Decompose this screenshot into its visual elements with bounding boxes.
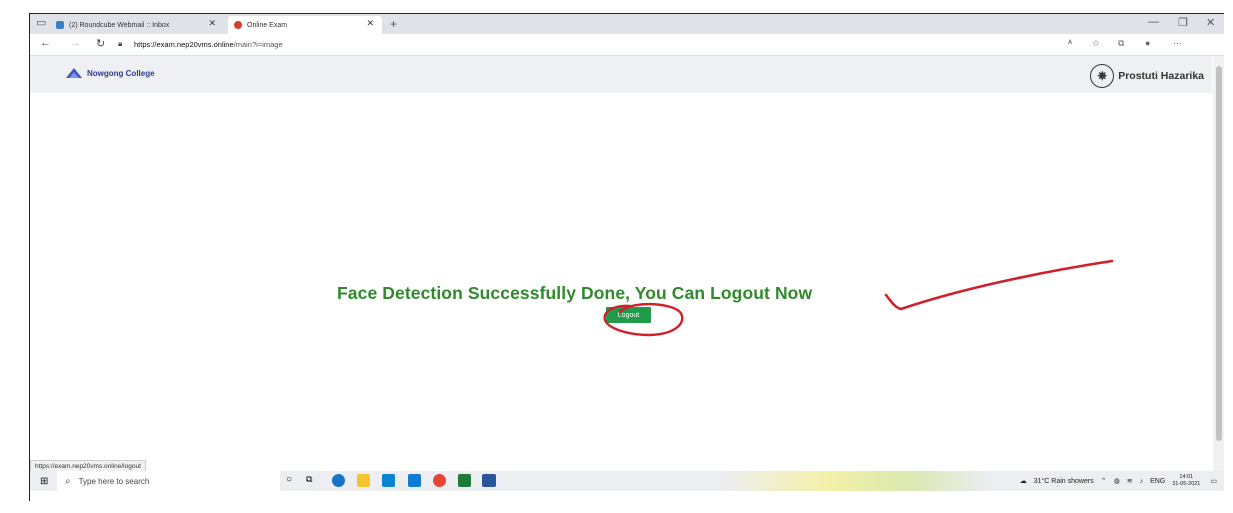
brand-name: Nowgong College [87, 68, 155, 78]
minimize-button[interactable]: — [1148, 16, 1159, 28]
scrollbar[interactable] [1213, 56, 1224, 479]
excel-icon[interactable] [458, 474, 471, 487]
edge-icon[interactable] [332, 474, 345, 487]
logout-button[interactable]: Logout [606, 307, 651, 323]
chevron-up-icon[interactable]: ⌃ [1101, 477, 1107, 485]
forward-button[interactable]: → [70, 37, 81, 49]
tab-actions-icon[interactable]: ▭ [36, 16, 46, 29]
profile-icon[interactable]: ● [1145, 38, 1150, 48]
site-brand[interactable]: Nowgong College [66, 67, 155, 79]
taskbar-search[interactable]: ⌕ Type here to search [57, 471, 280, 491]
tab-label: (2) Roundcube Webmail :: Inbox [69, 21, 170, 29]
url-path: /main?i=image [233, 40, 283, 49]
user-name: Prostuti Hazarika [1118, 70, 1204, 82]
word-icon[interactable] [482, 474, 496, 487]
tab-bar: ▭ (2) Roundcube Webmail :: Inbox ✕ Onlin… [30, 14, 1224, 34]
checkmark-annotation [884, 259, 1114, 311]
exam-favicon-icon [234, 21, 242, 29]
tab-label: Online Exam [247, 21, 288, 29]
refresh-button[interactable]: ↻ [96, 37, 105, 50]
close-tab-icon[interactable]: ✕ [366, 18, 374, 29]
file-explorer-icon[interactable] [357, 474, 370, 487]
browser-window: ▭ (2) Roundcube Webmail :: Inbox ✕ Onlin… [29, 13, 1224, 501]
address-bar: ← → ↻ 🔒︎ https://exam.nep20vms.online/ma… [30, 34, 1224, 56]
favorites-icon[interactable]: ☆ [1092, 38, 1100, 49]
new-tab-button[interactable]: + [390, 17, 397, 31]
collections-icon[interactable]: ⧉ [1118, 38, 1124, 49]
search-placeholder: Type here to search [78, 476, 150, 486]
restore-button[interactable]: ❐ [1178, 16, 1188, 29]
wifi-icon[interactable]: ≋ [1127, 477, 1133, 485]
close-tab-icon[interactable]: ✕ [208, 18, 216, 29]
store-icon[interactable] [408, 474, 421, 487]
weather-text[interactable]: 31°C Rain showers [1034, 478, 1094, 485]
language-indicator[interactable]: ENG [1150, 478, 1165, 485]
clock[interactable]: 14:01 31-05-2021 [1172, 474, 1200, 488]
notifications-icon[interactable]: ▭ [1210, 477, 1217, 485]
college-logo-icon [66, 68, 82, 78]
clock-date: 31-05-2021 [1172, 481, 1201, 487]
tab-online-exam[interactable]: Online Exam ✕ [228, 16, 382, 34]
cortana-icon[interactable]: ○ [286, 474, 299, 487]
taskbar-highlight [720, 471, 990, 491]
close-window-button[interactable]: ✕ [1206, 16, 1215, 29]
chrome-icon[interactable] [433, 474, 446, 487]
user-menu[interactable]: ✵ Prostuti Hazarika [1090, 64, 1204, 88]
read-aloud-icon[interactable]: ᴬ [1068, 38, 1072, 48]
network-icon[interactable]: ◍ [1114, 477, 1120, 485]
scrollbar-thumb[interactable] [1216, 66, 1222, 441]
url-host: https://exam.nep20vms.online [134, 40, 234, 49]
clock-time: 14:01 [1179, 474, 1194, 480]
site-header: Nowgong College ✵ Prostuti Hazarika [30, 56, 1212, 93]
volume-icon[interactable]: ♪ [1140, 478, 1144, 485]
mail-icon[interactable] [382, 474, 395, 487]
success-message: Face Detection Successfully Done, You Ca… [337, 283, 813, 303]
system-tray: ☁ 31°C Rain showers ⌃ ◍ ≋ ♪ ENG 14:01 31… [1020, 471, 1224, 491]
more-icon[interactable]: ⋯ [1173, 38, 1182, 49]
back-button[interactable]: ← [40, 37, 51, 49]
tab-roundcube[interactable]: (2) Roundcube Webmail :: Inbox ✕ [56, 16, 224, 34]
search-icon: ⌕ [65, 475, 71, 487]
weather-icon[interactable]: ☁ [1020, 477, 1027, 485]
windows-start-icon[interactable]: ⊞ [40, 476, 48, 487]
lock-icon: 🔒︎ [118, 39, 123, 48]
url-field[interactable]: https://exam.nep20vms.online/main?i=imag… [134, 40, 283, 49]
avatar-icon: ✵ [1090, 64, 1115, 88]
task-view-icon[interactable]: ⧉ [306, 474, 319, 487]
roundcube-icon [56, 21, 64, 29]
taskbar: ⊞ ⌕ Type here to search ○ ⧉ ☁ 31°C Rain … [30, 471, 1224, 491]
